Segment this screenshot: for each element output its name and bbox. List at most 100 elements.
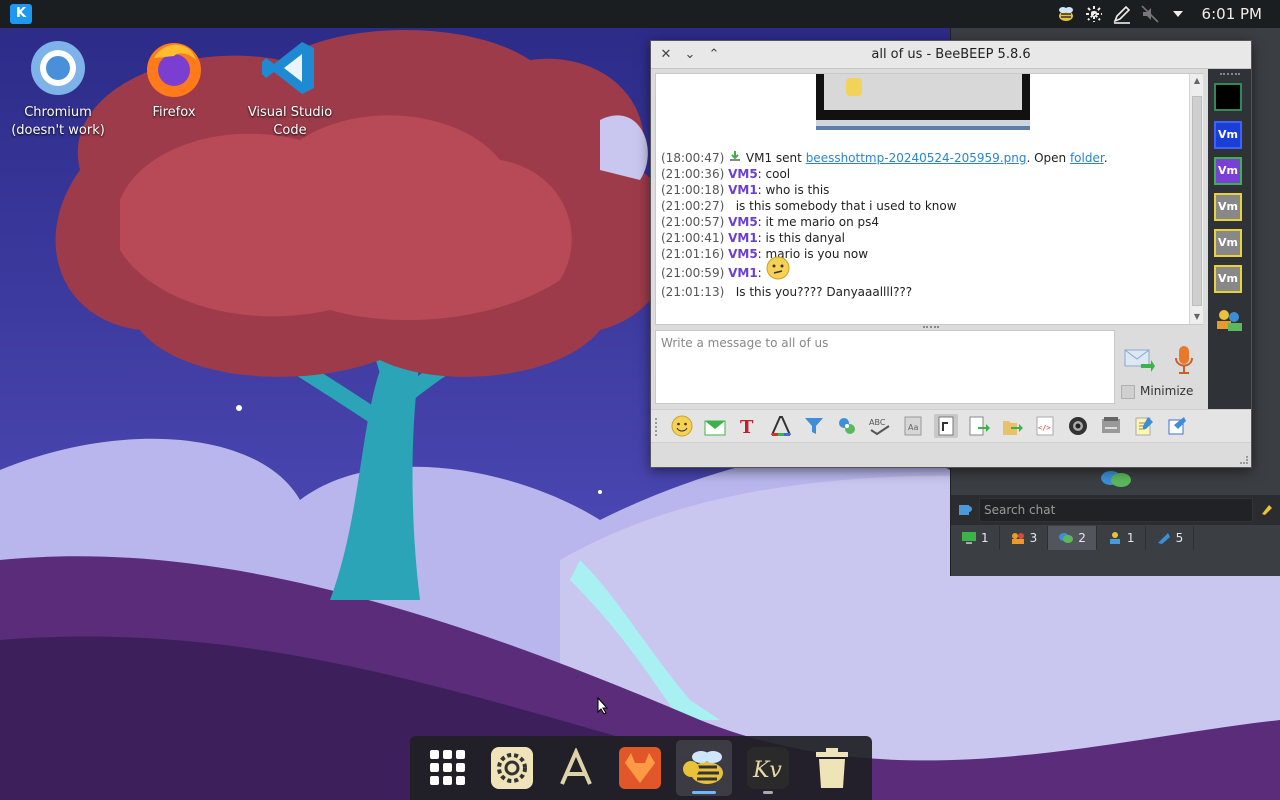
user-avatar[interactable]: Vm bbox=[1214, 157, 1242, 185]
pen-icon[interactable] bbox=[1111, 3, 1133, 25]
dock-item-text-editor[interactable] bbox=[548, 740, 604, 796]
kvantum-icon: Kv bbox=[747, 747, 789, 789]
chevron-down-icon[interactable] bbox=[1167, 3, 1189, 25]
send-message-button[interactable] bbox=[1123, 346, 1155, 374]
dock: Kv bbox=[410, 736, 872, 800]
send-file-icon[interactable] bbox=[967, 414, 991, 438]
chat-scrollbar[interactable]: ▲ ▼ bbox=[1189, 74, 1203, 324]
desktop-icon-firefox[interactable]: Firefox bbox=[124, 38, 224, 122]
user-avatar[interactable]: Vm bbox=[1214, 265, 1242, 293]
scroll-thumb[interactable] bbox=[1192, 96, 1202, 306]
toolbar-grip[interactable] bbox=[655, 418, 659, 436]
svg-text:T: T bbox=[740, 417, 754, 437]
tab-shares[interactable]: 5 bbox=[1146, 526, 1195, 550]
tab-chats[interactable]: 2 bbox=[1048, 526, 1097, 550]
download-icon bbox=[730, 151, 741, 161]
message-list: (18:00:47) VM1 sent beesshottmp-20240524… bbox=[661, 150, 1198, 300]
user-avatar[interactable]: Vm bbox=[1214, 193, 1242, 221]
volume-muted-icon[interactable] bbox=[1139, 3, 1161, 25]
chromium-icon bbox=[28, 38, 88, 98]
clear-search-icon[interactable] bbox=[1259, 501, 1275, 520]
message-line: (21:00:18) VM1: who is this bbox=[661, 183, 830, 197]
screenshot-icon[interactable] bbox=[1066, 414, 1090, 438]
user-avatar-screen[interactable] bbox=[1214, 83, 1242, 111]
send-folder-icon[interactable] bbox=[1000, 414, 1024, 438]
notes-icon[interactable] bbox=[1132, 414, 1156, 438]
message-line: (21:00:41) VM1: is this danyal bbox=[661, 231, 846, 245]
search-row bbox=[951, 495, 1280, 525]
window-title: all of us - BeeBEEP 5.8.6 bbox=[871, 47, 1031, 62]
paste-icon[interactable] bbox=[934, 414, 958, 438]
chat-icon bbox=[1059, 533, 1074, 543]
scroll-up-icon[interactable]: ▲ bbox=[1192, 76, 1202, 86]
users-icon[interactable] bbox=[1214, 307, 1244, 336]
app-grid-icon bbox=[430, 750, 465, 785]
minimize-checkbox[interactable] bbox=[1121, 385, 1135, 399]
tab-count: 1 bbox=[1126, 531, 1135, 545]
font-size-icon[interactable]: Aa bbox=[901, 414, 925, 438]
search-input[interactable] bbox=[979, 498, 1253, 522]
tab-groups[interactable]: 3 bbox=[1000, 526, 1049, 550]
share-icon[interactable] bbox=[1165, 414, 1189, 438]
tab-computers[interactable]: 1 bbox=[951, 526, 1000, 550]
desktop-icon-vscode[interactable]: Visual Studio Code bbox=[240, 38, 340, 140]
filter-icon[interactable] bbox=[802, 414, 826, 438]
dock-item-app-grid[interactable] bbox=[420, 740, 476, 796]
computer-icon bbox=[962, 532, 976, 544]
beebeep-icon bbox=[683, 751, 723, 784]
file-link[interactable]: beesshottmp-20240524-205959.png bbox=[806, 151, 1027, 165]
message-line: (21:01:13) Is this you???? Danyaaallll??… bbox=[661, 285, 913, 299]
voice-message-button[interactable] bbox=[1171, 344, 1197, 376]
chat-history[interactable]: (18:00:47) VM1 sent beesshottmp-20240524… bbox=[655, 73, 1203, 325]
html-icon[interactable]: </> bbox=[1033, 414, 1057, 438]
chat-window[interactable]: ✕ ⌄ ⌃ all of us - BeeBEEP 5.8.6 (18:00:4… bbox=[650, 40, 1252, 468]
message-input[interactable] bbox=[655, 330, 1115, 404]
svg-text:</>: </> bbox=[1038, 424, 1051, 432]
users-icon bbox=[1109, 532, 1120, 544]
tab-count: 3 bbox=[1029, 531, 1038, 545]
send-icon bbox=[1124, 349, 1155, 372]
dock-item-gitlab[interactable] bbox=[612, 740, 668, 796]
vscode-icon bbox=[260, 38, 320, 98]
svg-text:Aa: Aa bbox=[908, 423, 918, 432]
tab-users[interactable]: 1 bbox=[1097, 526, 1146, 550]
minimize-label: Minimize bbox=[1140, 384, 1194, 398]
user-avatar[interactable]: Vm bbox=[1214, 121, 1242, 149]
message-line: (18:00:47) VM1 sent beesshottmp-20240524… bbox=[661, 151, 1108, 165]
confused-emoji-icon bbox=[766, 256, 790, 280]
beebeep-tray-icon[interactable] bbox=[1055, 3, 1077, 25]
scroll-down-icon[interactable]: ▼ bbox=[1192, 312, 1202, 322]
text-editor-icon bbox=[560, 748, 592, 785]
message-line: (21:00:36) VM5: cool bbox=[661, 167, 791, 181]
spellcheck-icon[interactable]: ABC bbox=[868, 414, 892, 438]
puzzle-icon[interactable] bbox=[835, 414, 859, 438]
share-icon bbox=[1157, 533, 1170, 544]
clock[interactable]: 6:01 PM bbox=[1202, 5, 1262, 23]
dock-item-kvantum[interactable]: Kv bbox=[740, 740, 796, 796]
network-icon[interactable] bbox=[1083, 3, 1105, 25]
desktop-icon-chromium[interactable]: Chromium (doesn't work) bbox=[8, 38, 108, 140]
font-icon[interactable]: T bbox=[736, 414, 760, 438]
folder-link[interactable]: folder bbox=[1070, 151, 1104, 165]
dock-item-settings[interactable] bbox=[484, 740, 540, 796]
print-icon[interactable] bbox=[1099, 414, 1123, 438]
message-line: (21:00:27) is this somebody that i used … bbox=[661, 199, 957, 213]
color-icon[interactable] bbox=[769, 414, 793, 438]
screenshot-preview[interactable] bbox=[816, 74, 1030, 130]
smiley-icon[interactable] bbox=[670, 414, 694, 438]
window-titlebar[interactable]: ✕ ⌄ ⌃ all of us - BeeBEEP 5.8.6 bbox=[651, 41, 1251, 69]
desktop-icon-label: Chromium (doesn't work) bbox=[11, 105, 105, 138]
splitter-handle[interactable] bbox=[923, 326, 939, 328]
tab-count: 1 bbox=[981, 531, 989, 545]
dock-item-beebeep[interactable] bbox=[676, 740, 732, 796]
svg-text:ABC: ABC bbox=[869, 418, 886, 427]
resize-grip[interactable] bbox=[1240, 456, 1248, 464]
puzzle-icon[interactable] bbox=[957, 501, 973, 520]
main-window-tabs: 1 3 2 1 5 bbox=[951, 525, 1280, 551]
dock-item-trash[interactable] bbox=[804, 740, 860, 796]
user-avatar[interactable]: Vm bbox=[1214, 229, 1242, 257]
group-icon bbox=[1011, 533, 1024, 544]
trash-icon bbox=[816, 748, 848, 788]
mail-icon[interactable] bbox=[703, 414, 727, 438]
application-launcher[interactable]: K bbox=[10, 4, 32, 24]
